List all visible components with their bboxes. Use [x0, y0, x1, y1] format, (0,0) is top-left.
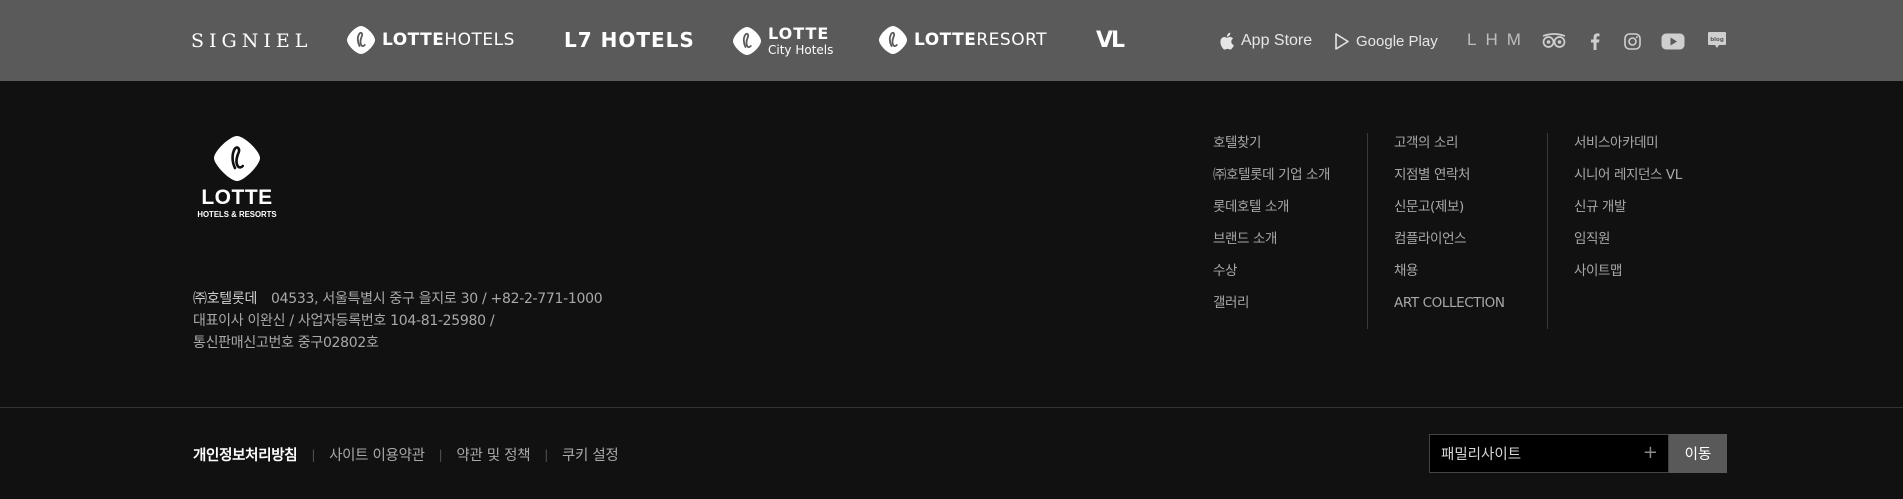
footer-col3-link[interactable]: 사이트맵 — [1574, 261, 1682, 293]
terms-of-use-link[interactable]: 사이트 이용약관 — [329, 444, 425, 465]
brand-vl-link[interactable]: VL — [1096, 27, 1125, 53]
family-site-select[interactable]: 패밀리사이트 + — [1429, 434, 1669, 473]
plus-icon: + — [1642, 442, 1658, 463]
footer-col3-link[interactable]: 시니어 레지던스 VL — [1574, 165, 1682, 197]
footer-divider — [0, 407, 1903, 408]
footer-col1-link[interactable]: 브랜드 소개 — [1213, 229, 1330, 261]
tripadvisor-icon[interactable] — [1541, 30, 1567, 52]
column-divider — [1367, 133, 1368, 329]
brand-city-hotels-link[interactable]: LOTTE City Hotels — [732, 24, 833, 58]
city-line2: City Hotels — [768, 43, 834, 57]
footer-col3-link[interactable]: 신규 개발 — [1574, 197, 1682, 229]
lotte-hotels-resorts-logo[interactable]: LOTTE HOTELS & RESORTS — [193, 136, 281, 222]
blog-icon[interactable]: blog — [1704, 30, 1730, 52]
google-play-link[interactable]: Google Play — [1335, 29, 1438, 53]
lotte-badge-icon — [733, 27, 761, 55]
footer-col2-link[interactable]: 고객의 소리 — [1394, 133, 1505, 165]
lhm-link[interactable]: LHM — [1467, 30, 1530, 50]
logo-sub: HOTELS & RESORTS — [197, 210, 276, 219]
footer-col1-link[interactable]: 수상 — [1213, 261, 1330, 293]
app-store-label: App Store — [1241, 32, 1313, 49]
policy-separator: | — [438, 447, 443, 462]
footer-col1-link[interactable]: 롯데호텔 소개 — [1213, 197, 1330, 229]
footer-col3-link[interactable]: 임직원 — [1574, 229, 1682, 261]
company-line-1: ㈜호텔롯데 04533, 서울특별시 중구 을지로 30 / +82-2-771-… — [193, 288, 603, 310]
family-site-go-button[interactable]: 이동 — [1669, 434, 1727, 473]
google-play-icon — [1335, 32, 1349, 50]
cookie-settings-link[interactable]: 쿠키 설정 — [562, 444, 619, 465]
city-line1: LOTTE — [768, 24, 830, 43]
column-divider — [1547, 133, 1548, 329]
apple-icon — [1220, 32, 1234, 50]
brand-signiel-link[interactable]: SIGNIEL — [191, 28, 312, 54]
footer-col1-link[interactable]: 호텔찾기 — [1213, 133, 1330, 165]
footer-col3-link[interactable]: 서비스아카데미 — [1574, 133, 1682, 165]
footer-col2-link[interactable]: 컴플라이언스 — [1394, 229, 1505, 261]
city-hotels-wordmark: LOTTE City Hotels — [768, 24, 834, 57]
brand-lotte-word: LOTTE — [914, 30, 977, 50]
company-name: ㈜호텔롯데 — [193, 291, 258, 307]
youtube-icon[interactable] — [1660, 30, 1686, 52]
company-line-2: 대표이사 이완신 / 사업자등록번호 104-81-25980 / — [193, 313, 495, 329]
terms-and-policies-link[interactable]: 약관 및 정책 — [456, 444, 530, 465]
brand-resort-word: RESORT — [976, 30, 1048, 50]
blog-icon-label: blog — [1710, 37, 1724, 43]
family-site-label: 패밀리사이트 — [1441, 447, 1522, 463]
company-line-3: 통신판매신고번호 중구02802호 — [193, 335, 379, 351]
policy-separator: | — [311, 447, 316, 462]
instagram-icon[interactable] — [1619, 30, 1645, 52]
policy-separator: | — [544, 447, 548, 462]
facebook-icon[interactable] — [1582, 30, 1608, 52]
app-store-link[interactable]: App Store — [1219, 29, 1312, 53]
google-play-label: Google Play — [1356, 32, 1438, 50]
lotte-badge-icon — [347, 26, 375, 54]
footer-links-column-3: 서비스아카데미 시니어 레지던스 VL 신규 개발 임직원 사이트맵 — [1574, 133, 1682, 293]
brand-hotels-word: HOTELS — [444, 30, 515, 50]
footer-links-column-1: 호텔찾기 ㈜호텔롯데 기업 소개 롯데호텔 소개 브랜드 소개 수상 갤러리 — [1213, 133, 1330, 325]
privacy-policy-link[interactable]: 개인정보처리방침 — [193, 444, 298, 465]
company-address: 04533, 서울특별시 중구 을지로 30 / +82-2-771-1000 — [271, 291, 603, 307]
footer-col2-link[interactable]: 신문고(제보) — [1394, 197, 1505, 229]
brand-lotte-word: LOTTE — [382, 30, 445, 50]
brand-lotte-resort-link[interactable]: LOTTE RESORT — [878, 23, 1047, 57]
footer-links-column-2: 고객의 소리 지점별 연락처 신문고(제보) 컴플라이언스 채용 ART COLLECTI… — [1394, 133, 1505, 325]
company-info: ㈜호텔롯데 04533, 서울특별시 중구 을지로 30 / +82-2-771-… — [193, 288, 603, 354]
footer-col2-link[interactable]: 채용 — [1394, 261, 1505, 293]
lotte-badge-icon — [879, 26, 907, 54]
footer-col1-link[interactable]: ㈜호텔롯데 기업 소개 — [1213, 165, 1330, 197]
footer-col2-link[interactable]: ART COLLECTION — [1394, 293, 1505, 325]
brand-bar: SIGNIEL LOTTE HOTELS L7 HOTELS LOTTE Cit… — [0, 0, 1903, 81]
brand-lotte-hotels-link[interactable]: LOTTE HOTELS — [346, 23, 515, 57]
policy-links: 개인정보처리방침 | 사이트 이용약관 | 약관 및 정책 | 쿠키 설정 — [193, 444, 619, 465]
logo-word: LOTTE — [201, 186, 272, 209]
footer-col2-link[interactable]: 지점별 연락처 — [1394, 165, 1505, 197]
footer-col1-link[interactable]: 갤러리 — [1213, 293, 1330, 325]
brand-l7-link[interactable]: L7 HOTELS — [564, 27, 695, 53]
